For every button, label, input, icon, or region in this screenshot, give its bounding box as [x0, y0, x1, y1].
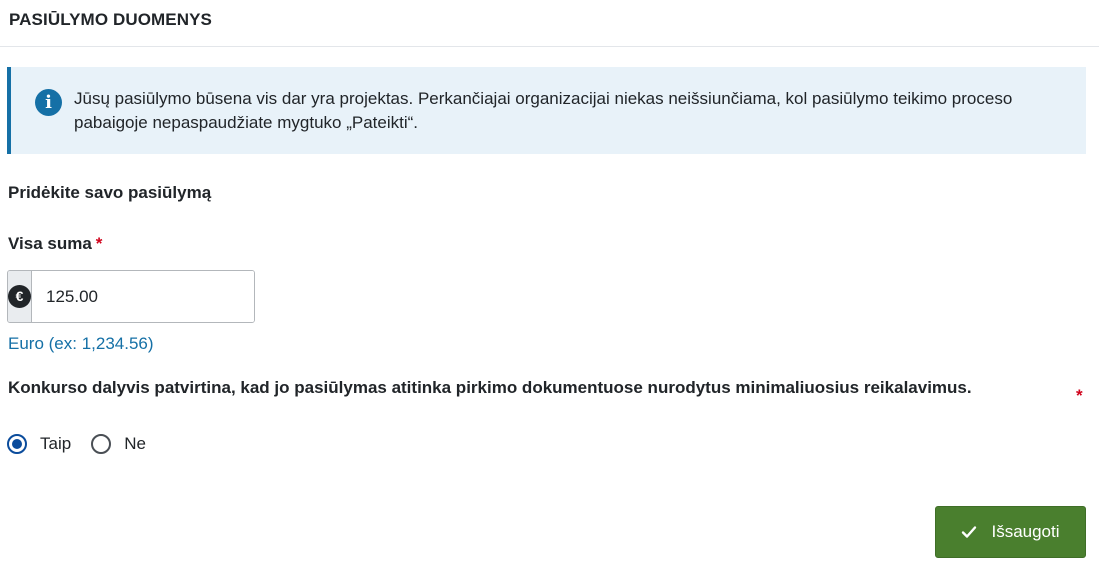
- save-button-label: Išsaugoti: [991, 522, 1060, 541]
- info-alert-text: Jūsų pasiūlymo būsena vis dar yra projek…: [74, 89, 1013, 132]
- check-icon: [962, 526, 977, 538]
- section-title: Pridėkite savo pasiūlymą: [8, 183, 212, 202]
- offer-data-page: PASIŪLYMO DUOMENYS i Jūsų pasiūlymo būse…: [0, 0, 1099, 565]
- confirmation-required-marker: *: [1076, 386, 1083, 405]
- amount-input-group: €: [7, 270, 255, 323]
- radio-no[interactable]: [91, 434, 112, 454]
- radio-option-yes[interactable]: Taip: [7, 434, 71, 454]
- amount-input[interactable]: [32, 271, 254, 322]
- save-button[interactable]: Išsaugoti: [935, 506, 1086, 558]
- confirmation-question: Konkurso dalyvis patvirtina, kad jo pasi…: [8, 378, 972, 397]
- amount-label: Visa suma *: [8, 234, 102, 254]
- page-header: PASIŪLYMO DUOMENYS: [0, 0, 1099, 47]
- info-alert: i Jūsų pasiūlymo būsena vis dar yra proj…: [7, 67, 1086, 154]
- radio-no-label[interactable]: Ne: [124, 434, 146, 454]
- radio-yes-label[interactable]: Taip: [40, 434, 71, 454]
- radio-yes[interactable]: [7, 434, 27, 454]
- info-icon: i: [35, 89, 62, 116]
- euro-icon: €: [8, 285, 31, 308]
- page-title: PASIŪLYMO DUOMENYS: [9, 10, 212, 29]
- currency-prefix: €: [8, 271, 32, 322]
- amount-label-text: Visa suma: [8, 234, 92, 253]
- radio-option-no[interactable]: Ne: [91, 434, 146, 454]
- confirmation-radio-group: Taip Ne: [7, 434, 166, 454]
- required-marker: *: [95, 234, 103, 253]
- amount-help-text: Euro (ex: 1,234.56): [8, 334, 154, 353]
